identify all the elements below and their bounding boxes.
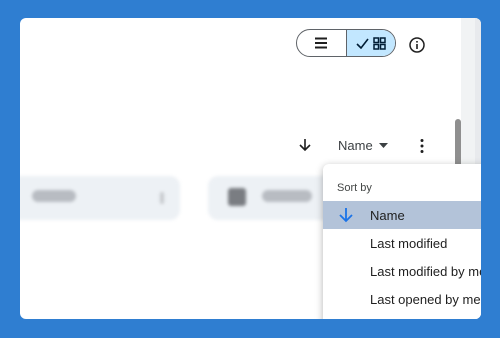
file-name-blurred [32,190,76,202]
file-card[interactable] [20,176,180,220]
sort-label: Name [338,138,373,153]
caret-down-icon [378,143,388,148]
scrollbar-thumb[interactable] [455,119,461,168]
grid-icon [373,36,386,50]
more-options-button[interactable] [418,138,426,154]
sort-option-last-modified[interactable]: Last modified [323,229,481,257]
sort-by-name-button[interactable]: Name [338,138,388,153]
sort-option-label: Last modified [370,235,448,251]
sort-option-last-opened-by-me[interactable]: Last opened by me [323,285,481,313]
arrow-down-icon [339,208,353,223]
check-icon [356,38,369,49]
view-toggle[interactable] [296,29,396,57]
file-more-icon [160,192,164,204]
sort-option-label: Name [370,207,405,223]
grid-view-button[interactable] [345,30,395,56]
drive-window: Name Sort by Name Last modified Last mod… [20,18,481,319]
list-icon [315,37,328,49]
info-icon [409,37,425,53]
arrow-down-icon [299,139,311,152]
file-type-icon [228,188,246,206]
sort-option-label: Last modified by me [370,263,481,279]
sort-menu: Sort by Name Last modified Last modified… [323,164,481,319]
file-name-blurred [262,190,312,202]
sort-menu-title: Sort by [337,182,372,194]
sort-direction-button[interactable] [298,138,312,152]
info-button[interactable] [409,37,425,53]
more-vert-icon [420,139,424,153]
sort-option-last-modified-by-me[interactable]: Last modified by me [323,257,481,285]
list-view-button[interactable] [297,30,346,56]
sort-option-label: Last opened by me [370,291,481,307]
sort-option-name[interactable]: Name [323,201,481,229]
